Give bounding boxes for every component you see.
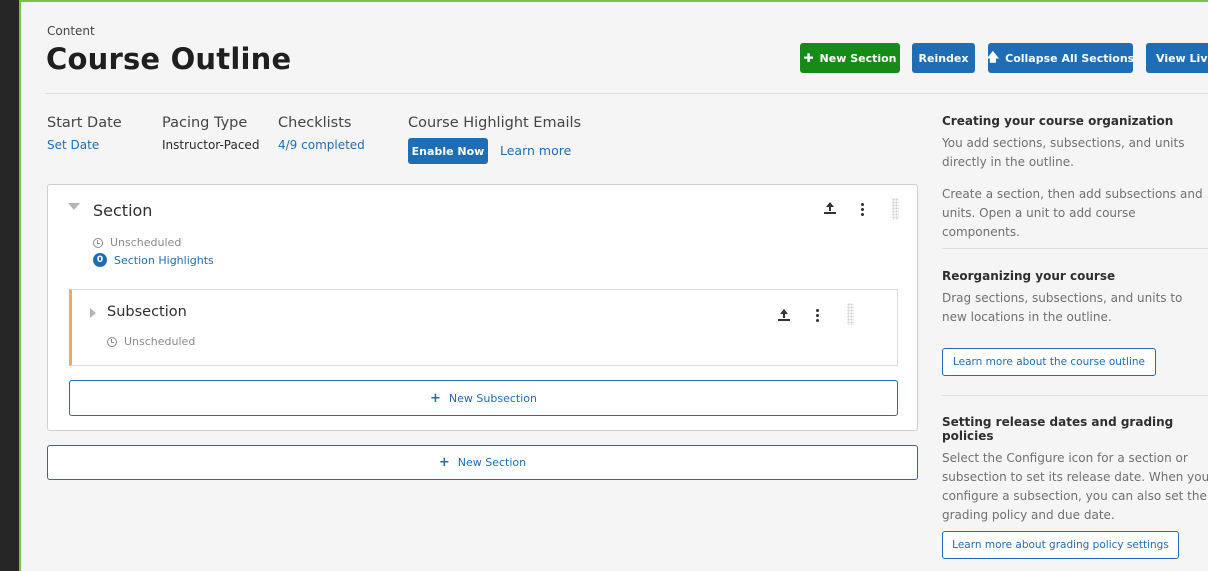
subsection-status: Unscheduled xyxy=(107,335,195,348)
new-section-bottom-label: New Section xyxy=(457,456,527,469)
pacing-type-value: Instructor-Paced xyxy=(162,138,260,152)
clock-icon xyxy=(93,237,103,248)
new-subsection-button[interactable]: + New Subsection xyxy=(69,380,898,416)
publish-icon[interactable] xyxy=(778,309,790,321)
arrow-up-icon: 🡅 xyxy=(986,49,1000,64)
caret-right-icon[interactable] xyxy=(90,308,96,318)
help-divider xyxy=(942,248,1208,249)
pacing-type-label: Pacing Type xyxy=(162,115,248,131)
section-card: Section Unscheduled 0 Section Highlights… xyxy=(47,184,918,431)
view-live-button[interactable]: View Live xyxy=(1146,43,1208,73)
page-eyebrow: Content xyxy=(47,24,95,38)
set-date-link[interactable]: Set Date xyxy=(47,138,99,152)
plus-icon: ✚ xyxy=(803,51,814,65)
checklists-progress-link[interactable]: 4/9 completed xyxy=(278,138,365,152)
section-status: Unscheduled xyxy=(93,236,181,249)
checklists-label: Checklists xyxy=(278,115,352,131)
reindex-button-label: Reindex xyxy=(918,51,969,65)
help-block-reorganizing: Reorganizing your course Drag sections, … xyxy=(942,269,1208,327)
new-section-button[interactable]: ✚ New Section xyxy=(800,43,900,73)
kebab-menu-icon[interactable] xyxy=(816,309,819,324)
help-text: Select the Configure icon for a section … xyxy=(942,451,1208,522)
section-highlights-link[interactable]: Section Highlights xyxy=(114,254,214,267)
plus-icon: + xyxy=(438,455,450,470)
help-text: Drag sections, subsections, and units to… xyxy=(942,291,1183,324)
drag-handle-icon[interactable] xyxy=(892,198,899,220)
help-text: Create a section, then add subsections a… xyxy=(942,187,1203,239)
help-title: Reorganizing your course xyxy=(942,269,1116,283)
new-section-bottom-button[interactable]: + New Section xyxy=(47,445,918,480)
help-text: You add sections, subsections, and units… xyxy=(942,136,1185,169)
learn-more-grading-policy-button[interactable]: Learn more about grading policy settings xyxy=(942,531,1179,559)
highlight-emails-learn-more-link[interactable]: Learn more xyxy=(500,143,571,158)
studio-content-frame: Content Course Outline ✚ New Section Rei… xyxy=(19,0,1208,571)
subsection-status-text: Unscheduled xyxy=(124,335,196,348)
left-dark-strip xyxy=(0,0,19,571)
help-block-release-dates: Setting release dates and grading polici… xyxy=(942,415,1208,525)
header-divider xyxy=(45,93,1208,94)
new-subsection-label: New Subsection xyxy=(448,391,537,405)
kebab-menu-icon[interactable] xyxy=(861,203,864,218)
help-divider xyxy=(942,395,1208,396)
collapse-all-sections-label: Collapse All Sections xyxy=(1005,51,1135,65)
clock-icon xyxy=(107,336,117,347)
drag-handle-icon[interactable] xyxy=(847,303,854,325)
learn-more-course-outline-button[interactable]: Learn more about the course outline xyxy=(942,348,1156,376)
new-section-button-label: New Section xyxy=(819,51,897,65)
subsection-title[interactable]: Subsection xyxy=(107,304,187,320)
help-title: Setting release dates and grading polici… xyxy=(942,415,1174,443)
help-block-organization: Creating your course organization You ad… xyxy=(942,114,1208,242)
section-title[interactable]: Section xyxy=(93,201,152,220)
section-highlights[interactable]: 0 Section Highlights xyxy=(93,253,214,267)
page-title: Course Outline xyxy=(46,42,292,76)
publish-icon[interactable] xyxy=(824,202,836,214)
help-title: Creating your course organization xyxy=(942,114,1174,128)
view-live-label: View Live xyxy=(1156,51,1208,65)
highlights-count-badge: 0 xyxy=(93,253,107,267)
section-status-text: Unscheduled xyxy=(110,236,182,249)
caret-down-icon[interactable] xyxy=(68,203,80,210)
collapse-all-sections-button[interactable]: 🡅 Collapse All Sections xyxy=(986,43,1135,73)
highlight-emails-label: Course Highlight Emails xyxy=(408,115,582,131)
start-date-label: Start Date xyxy=(47,115,122,131)
reindex-button[interactable]: Reindex xyxy=(912,43,975,73)
subsection-card: Subsection Unscheduled xyxy=(69,289,898,366)
enable-highlight-emails-button[interactable]: Enable Now xyxy=(408,138,488,164)
plus-icon: + xyxy=(430,390,441,406)
